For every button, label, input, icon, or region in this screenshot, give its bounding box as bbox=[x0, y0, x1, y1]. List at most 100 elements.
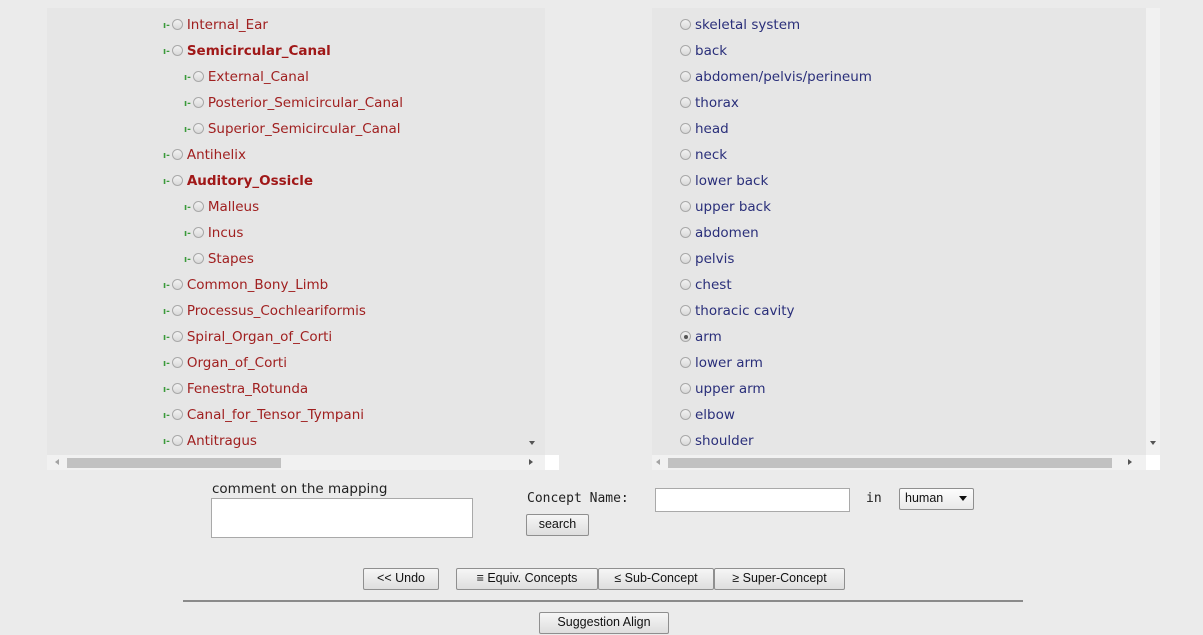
tree-item-label[interactable]: Antitragus bbox=[187, 433, 257, 449]
tree-item-label[interactable]: Semicircular_Canal bbox=[187, 43, 331, 59]
radio-button[interactable] bbox=[680, 383, 691, 394]
source-tree-pane[interactable]: ı- Internal_Ear ı- Semicircular_Canal ı- Exte… bbox=[47, 8, 545, 455]
tree-item-label[interactable]: Superior_Semicircular_Canal bbox=[208, 121, 401, 137]
tree-connector-icon: ı- bbox=[163, 437, 170, 447]
radio-button[interactable] bbox=[171, 357, 183, 368]
tree-item-label[interactable]: Malleus bbox=[208, 199, 259, 215]
target-horizontal-scrollbar[interactable] bbox=[652, 455, 1146, 470]
tree-row: ı- Common_Bony_Limb bbox=[163, 272, 328, 298]
tree-connector-icon: ı- bbox=[163, 385, 170, 395]
list-item-label[interactable]: thoracic cavity bbox=[695, 303, 795, 319]
radio-button[interactable] bbox=[192, 97, 204, 108]
scroll-right-arrow-icon[interactable] bbox=[529, 459, 533, 465]
radio-button[interactable] bbox=[171, 435, 183, 446]
tree-item-label[interactable]: Organ_of_Corti bbox=[187, 355, 287, 371]
list-item-label[interactable]: abdomen/pelvis/perineum bbox=[695, 69, 872, 85]
list-item-label[interactable]: back bbox=[695, 43, 727, 59]
scrollbar-thumb[interactable] bbox=[668, 458, 1112, 468]
tree-row: ı- Malleus bbox=[184, 194, 259, 220]
divider bbox=[183, 600, 1023, 602]
radio-button[interactable] bbox=[680, 279, 691, 290]
radio-button[interactable] bbox=[171, 305, 183, 316]
tree-item-label[interactable]: Spiral_Organ_of_Corti bbox=[187, 329, 332, 345]
radio-button[interactable] bbox=[171, 331, 183, 342]
scrollbar-thumb[interactable] bbox=[67, 458, 281, 468]
radio-button[interactable] bbox=[680, 305, 691, 316]
radio-button[interactable] bbox=[171, 409, 183, 420]
list-item-label[interactable]: thorax bbox=[695, 95, 739, 111]
scroll-left-arrow-icon[interactable] bbox=[55, 459, 59, 465]
tree-item-label[interactable]: Antihelix bbox=[187, 147, 246, 163]
comment-textarea[interactable] bbox=[211, 498, 473, 538]
list-item-label[interactable]: skeletal system bbox=[695, 17, 800, 33]
list-item-label[interactable]: pelvis bbox=[695, 251, 734, 267]
list-item-label[interactable]: lower back bbox=[695, 173, 768, 189]
tree-item-label[interactable]: Canal_for_Tensor_Tympani bbox=[187, 407, 364, 423]
radio-button[interactable] bbox=[680, 435, 691, 446]
radio-button[interactable] bbox=[680, 201, 691, 212]
scroll-down-arrow-icon[interactable] bbox=[1150, 441, 1156, 445]
radio-button[interactable] bbox=[680, 175, 691, 186]
tree-item-label[interactable]: Incus bbox=[208, 225, 244, 241]
radio-button[interactable] bbox=[680, 45, 691, 56]
radio-button[interactable] bbox=[171, 175, 183, 186]
radio-button[interactable] bbox=[680, 409, 691, 420]
radio-button[interactable] bbox=[680, 19, 691, 30]
scroll-left-arrow-icon[interactable] bbox=[656, 459, 660, 465]
tree-item-label[interactable]: Posterior_Semicircular_Canal bbox=[208, 95, 403, 111]
scrollbar-corner bbox=[1146, 455, 1160, 470]
list-item-label[interactable]: elbow bbox=[695, 407, 735, 423]
list-item-label[interactable]: upper back bbox=[695, 199, 771, 215]
radio-button[interactable] bbox=[192, 201, 204, 212]
equiv-concepts-button[interactable]: ≡ Equiv. Concepts bbox=[456, 568, 598, 590]
tree-item-label[interactable]: External_Canal bbox=[208, 69, 309, 85]
list-item: chest bbox=[680, 272, 732, 298]
radio-button[interactable] bbox=[680, 71, 691, 82]
radio-button[interactable] bbox=[192, 123, 204, 134]
tree-item-label[interactable]: Internal_Ear bbox=[187, 17, 268, 33]
radio-button[interactable] bbox=[680, 97, 691, 108]
list-item-label[interactable]: upper arm bbox=[695, 381, 766, 397]
radio-button[interactable] bbox=[192, 227, 204, 238]
tree-connector-icon: ı- bbox=[163, 281, 170, 291]
radio-button[interactable] bbox=[680, 357, 691, 368]
list-item-label[interactable]: shoulder bbox=[695, 433, 754, 449]
list-item-label[interactable]: arm bbox=[695, 329, 722, 345]
tree-item-label[interactable]: Auditory_Ossicle bbox=[187, 173, 313, 189]
tree-item-label[interactable]: Common_Bony_Limb bbox=[187, 277, 328, 293]
radio-button[interactable] bbox=[171, 279, 183, 290]
search-button[interactable]: search bbox=[526, 514, 589, 536]
radio-button[interactable] bbox=[171, 45, 183, 56]
undo-button[interactable]: << Undo bbox=[363, 568, 439, 590]
list-item-label[interactable]: head bbox=[695, 121, 729, 137]
list-item-label[interactable]: lower arm bbox=[695, 355, 763, 371]
radio-button[interactable] bbox=[171, 149, 183, 160]
radio-button[interactable] bbox=[171, 19, 183, 30]
scope-select[interactable]: human bbox=[899, 488, 974, 510]
super-concept-button[interactable]: ≥ Super-Concept bbox=[714, 568, 845, 590]
tree-item-label[interactable]: Stapes bbox=[208, 251, 254, 267]
tree-item-label[interactable]: Processus_Cochleariformis bbox=[187, 303, 366, 319]
radio-button[interactable] bbox=[680, 227, 691, 238]
radio-button[interactable] bbox=[192, 71, 204, 82]
list-item-label[interactable]: chest bbox=[695, 277, 732, 293]
tree-item-label[interactable]: Fenestra_Rotunda bbox=[187, 381, 308, 397]
tree-connector-icon: ı- bbox=[163, 333, 170, 343]
concept-name-input[interactable] bbox=[655, 488, 850, 512]
radio-button[interactable] bbox=[680, 123, 691, 134]
source-horizontal-scrollbar[interactable] bbox=[47, 455, 545, 470]
radio-button[interactable] bbox=[192, 253, 204, 264]
list-item-label[interactable]: abdomen bbox=[695, 225, 759, 241]
radio-button[interactable] bbox=[680, 149, 691, 160]
radio-button[interactable] bbox=[171, 383, 183, 394]
list-item-label[interactable]: neck bbox=[695, 147, 727, 163]
radio-button[interactable] bbox=[680, 331, 691, 342]
scroll-down-arrow-icon[interactable] bbox=[529, 441, 535, 445]
sub-concept-button[interactable]: ≤ Sub-Concept bbox=[598, 568, 714, 590]
target-vertical-scrollbar[interactable] bbox=[1146, 8, 1160, 455]
radio-button[interactable] bbox=[680, 253, 691, 264]
suggestion-align-button[interactable]: Suggestion Align bbox=[539, 612, 669, 634]
target-list-pane[interactable]: skeletal system back abdomen/pelvis/perine… bbox=[652, 8, 1146, 455]
tree-row: ı- Stapes bbox=[184, 246, 254, 272]
scroll-right-arrow-icon[interactable] bbox=[1128, 459, 1132, 465]
